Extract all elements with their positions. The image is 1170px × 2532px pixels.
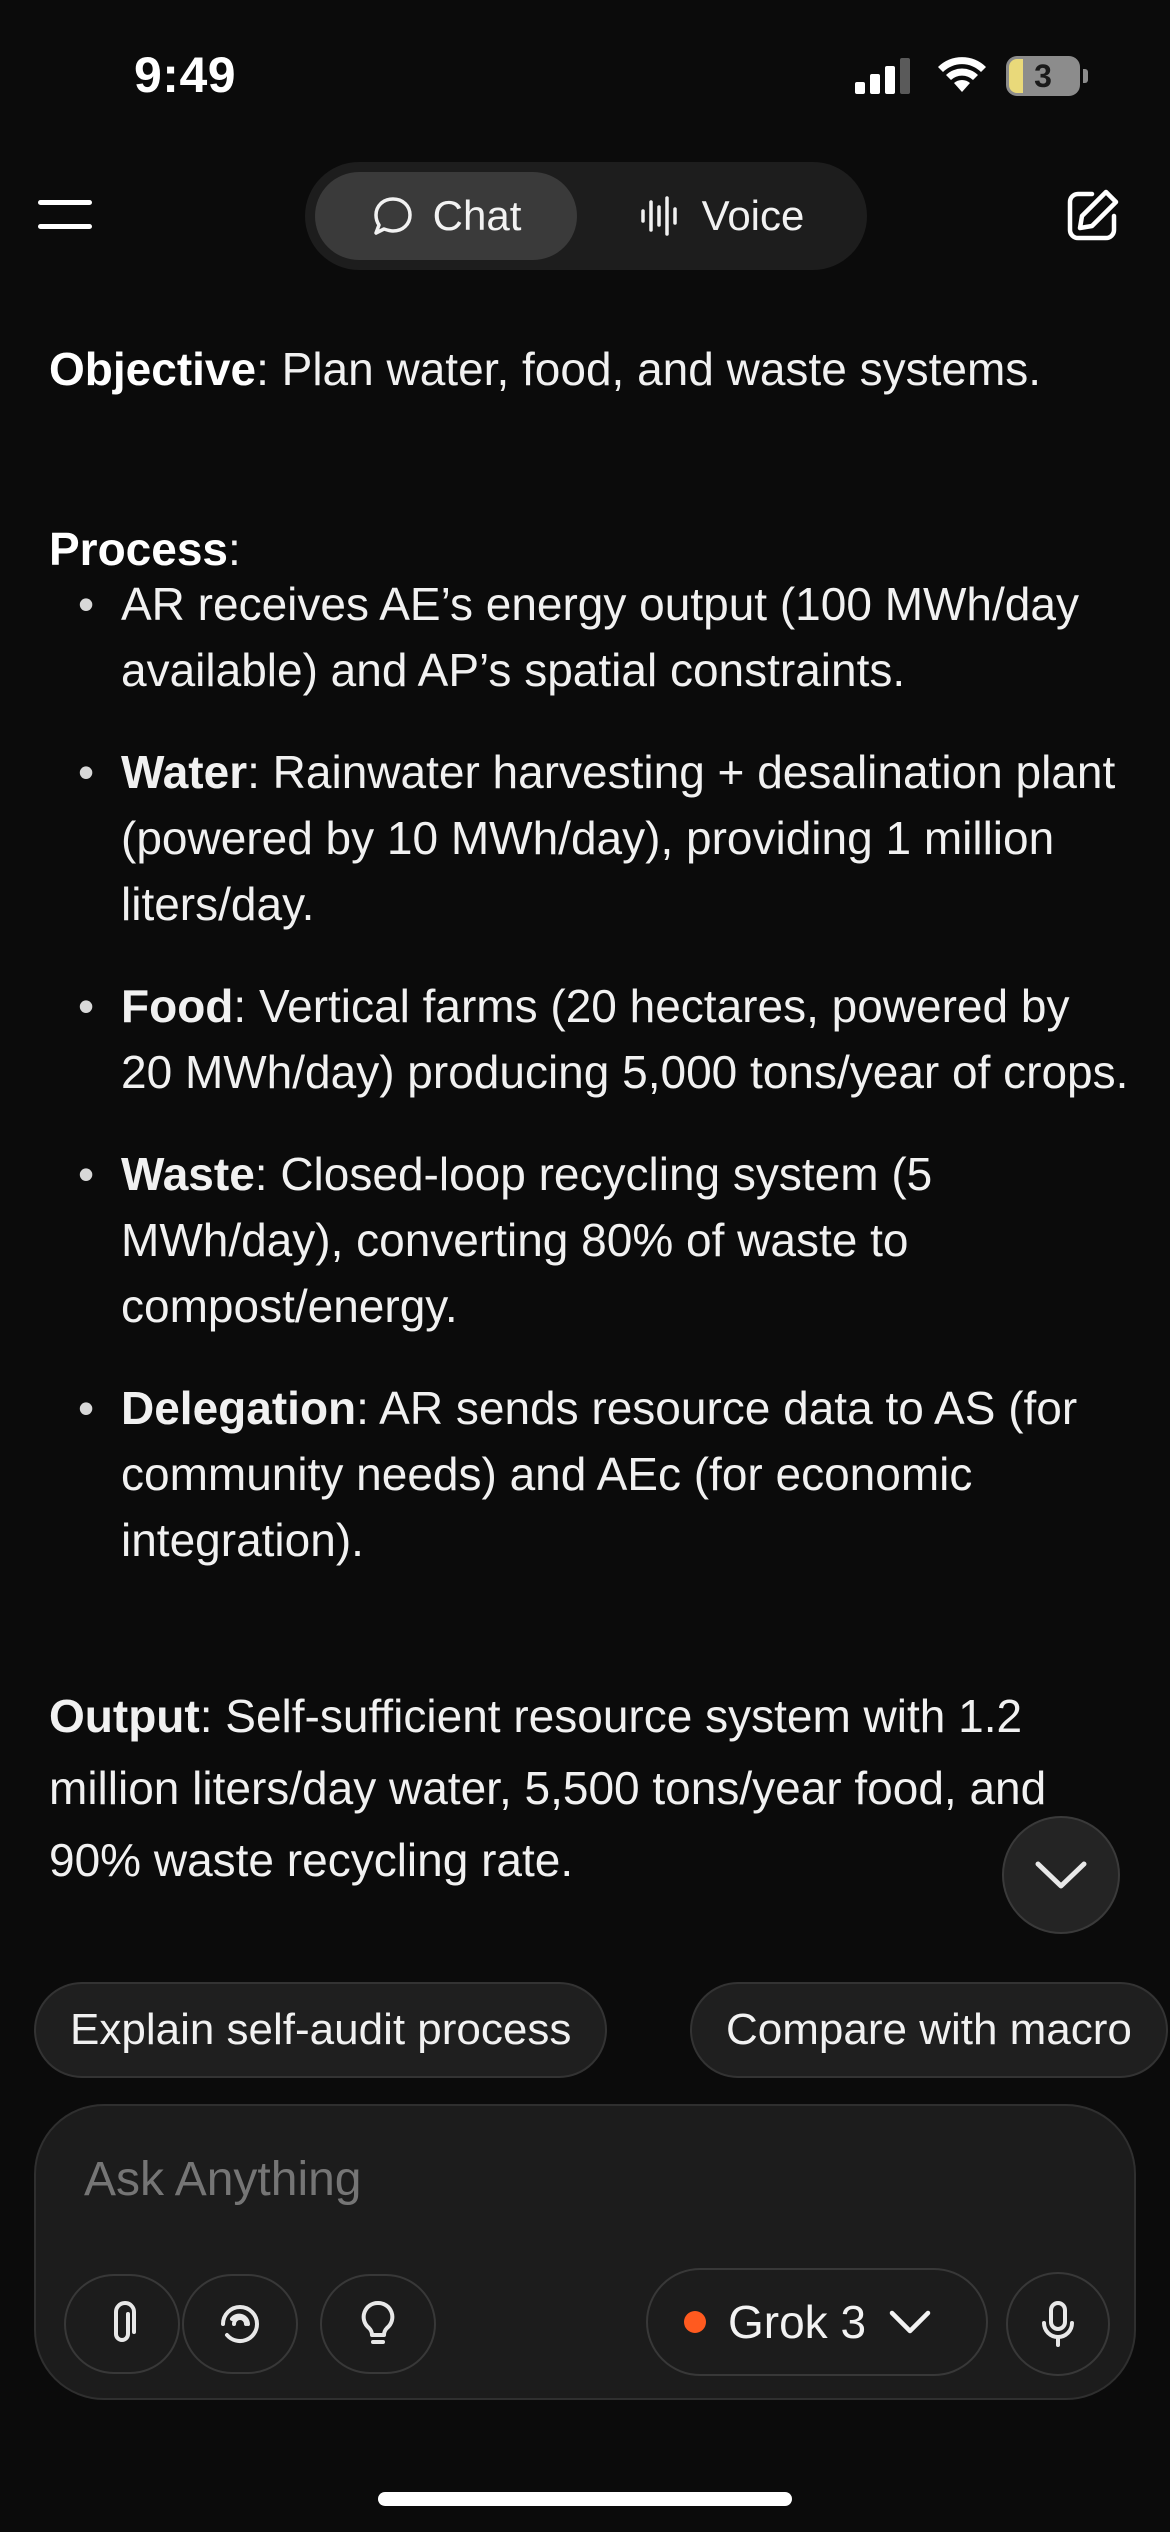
scroll-to-bottom-button[interactable]	[1002, 1816, 1120, 1934]
list-item: • AR receives AE’s energy output (100 MW…	[72, 571, 1132, 703]
deep-search-icon	[221, 2305, 260, 2344]
bullet-label: Water	[121, 746, 248, 798]
bullet-label: Food	[121, 980, 234, 1032]
process-label: Process	[49, 523, 229, 575]
hamburger-menu-icon[interactable]	[38, 196, 98, 236]
mode-switcher: Chat Voice	[305, 162, 867, 270]
output-label: Output	[49, 1690, 200, 1742]
model-selector[interactable]: Grok 3	[646, 2268, 988, 2376]
deep-search-button[interactable]	[182, 2274, 298, 2374]
objective-text: : Plan water, food, and waste systems.	[256, 343, 1042, 395]
bullet-label: Waste	[121, 1148, 255, 1200]
process-list: • AR receives AE’s energy output (100 MW…	[72, 571, 1132, 1609]
tab-chat[interactable]: Chat	[315, 172, 577, 260]
composer: Grok 3	[34, 2104, 1136, 2400]
chevron-down-icon	[1035, 1861, 1087, 1889]
process-colon: :	[228, 523, 241, 575]
suggestion-chip[interactable]: Compare with macro	[690, 1982, 1168, 2078]
list-item: • Waste: Closed-loop recycling system (5…	[72, 1141, 1132, 1339]
bullet-label: Delegation	[121, 1382, 357, 1434]
bullet-text: : Rainwater harvesting + desalination pl…	[121, 746, 1116, 930]
tab-voice-label: Voice	[701, 192, 805, 239]
list-item: • Delegation: AR sends resource data to …	[72, 1375, 1132, 1573]
bullet-dot: •	[78, 980, 95, 1032]
list-item: • Food: Vertical farms (20 hectares, pow…	[72, 973, 1132, 1105]
ask-input[interactable]	[84, 2152, 984, 2207]
cellular-signal-icon	[855, 58, 910, 94]
lightbulb-icon	[361, 2300, 395, 2344]
bullet-dot: •	[78, 1382, 95, 1434]
bullet-dot: •	[78, 578, 95, 630]
list-item: • Water: Rainwater harvesting + desalina…	[72, 739, 1132, 937]
objective-label: Objective	[49, 343, 257, 395]
output-paragraph: Output: Self-sufficient resource system …	[49, 1680, 1089, 1896]
chat-bubble-icon	[373, 197, 412, 235]
model-label: Grok 3	[728, 2296, 867, 2348]
battery-level: 3	[1034, 58, 1052, 94]
bullet-text: AR receives AE’s energy output (100 MWh/…	[121, 578, 1079, 696]
waveform-icon	[640, 196, 677, 236]
suggestion-chips: Explain self-audit process Compare with …	[34, 1982, 1170, 2082]
model-status-dot	[684, 2311, 706, 2333]
tab-chat-label: Chat	[432, 192, 522, 239]
paperclip-icon	[114, 2301, 136, 2342]
compose-icon[interactable]	[1062, 186, 1122, 246]
suggestion-chip[interactable]: Explain self-audit process	[34, 1982, 608, 2078]
battery-icon: 3	[1006, 56, 1088, 96]
chevron-down-icon	[889, 2310, 931, 2334]
attach-button[interactable]	[64, 2274, 180, 2374]
microphone-button[interactable]	[1006, 2272, 1110, 2376]
microphone-icon	[1042, 2301, 1074, 2347]
status-time: 9:49	[134, 47, 237, 103]
home-indicator[interactable]	[378, 2492, 792, 2506]
objective-paragraph: Objective: Plan water, food, and waste s…	[49, 336, 1049, 402]
bullet-dot: •	[78, 746, 95, 798]
tab-voice[interactable]: Voice	[585, 172, 857, 260]
think-button[interactable]	[320, 2274, 436, 2374]
bullet-text: : Vertical farms (20 hectares, powered b…	[121, 980, 1129, 1098]
wifi-icon	[938, 57, 986, 92]
bullet-dot: •	[78, 1148, 95, 1200]
